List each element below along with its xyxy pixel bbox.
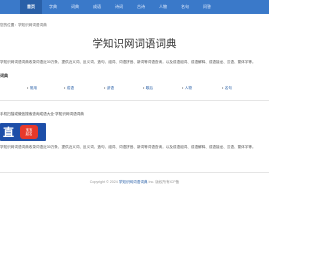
logo-zhi-character: 直	[3, 127, 14, 139]
bullet-icon: •	[104, 86, 106, 90]
app-promo-text: 手机扫描或微信搜索查询成语大全·学知识网词语词典	[0, 112, 84, 116]
category-label: 成语	[66, 86, 74, 90]
intro-text: 学知识网词语词典收录词语近30万条，提供近义词、反义词、造句、组词、词语拼音、新…	[0, 60, 256, 64]
page-title: 学知识网词语词典	[92, 38, 177, 50]
nav-item-mingju[interactable]: 名句	[174, 0, 196, 14]
nav-item-chengyu[interactable]: 成语	[86, 0, 108, 14]
category-item[interactable]: • 成语	[64, 86, 74, 91]
nav-item-gushi[interactable]: 古诗	[130, 0, 152, 14]
footer-rights: Inc. 版权所有ICP备	[147, 180, 180, 184]
nav-item-cidian[interactable]: 词典	[64, 0, 86, 14]
nav-item-zidian[interactable]: 字典	[42, 0, 64, 14]
divider	[0, 100, 269, 101]
divider	[0, 172, 269, 173]
footer-site-link[interactable]: 学知识网词语词典	[119, 180, 148, 184]
category-list: • 常用 • 成语 • 谚语 • 歇后 • 人物 • 名句	[0, 86, 269, 96]
bullet-icon: •	[27, 86, 29, 90]
breadcrumb: 您的位置：学知识网词语词典	[0, 23, 47, 27]
category-item[interactable]: • 谚语	[104, 86, 114, 91]
app-description: 学知识网词语词典收录词语近30万条，提供近义词、反义词、造句、组词、词语拼音、新…	[0, 145, 256, 149]
category-item[interactable]: • 人物	[182, 86, 192, 91]
bullet-icon: •	[222, 86, 224, 90]
section-heading: 词典	[0, 73, 8, 78]
nav-item-wenda[interactable]: 问答	[196, 0, 218, 14]
top-nav: 首页 字典 词典 成语 诗词 古诗 人物 名句 问答	[0, 0, 269, 14]
category-item[interactable]: • 名句	[222, 86, 232, 91]
footer: Copyright © 2024 学知识网词语词典 Inc. 版权所有ICP备	[0, 180, 269, 185]
category-label: 常用	[29, 86, 37, 90]
category-item[interactable]: • 歇后	[143, 86, 153, 91]
baby-naming-badge: 宝宝 起名	[20, 125, 38, 139]
app-logo[interactable]: 直 宝宝 起名	[0, 123, 46, 141]
category-label: 谚语	[106, 86, 114, 90]
badge-line-2: 起名	[25, 132, 33, 136]
footer-copyright: Copyright © 2024	[89, 180, 119, 184]
bullet-icon: •	[182, 86, 184, 90]
category-item[interactable]: • 常用	[27, 86, 37, 91]
bullet-icon: •	[64, 86, 66, 90]
nav-item-shici[interactable]: 诗词	[108, 0, 130, 14]
category-label: 歇后	[145, 86, 153, 90]
bullet-icon: •	[143, 86, 145, 90]
nav-item-home[interactable]: 首页	[20, 0, 42, 14]
nav-item-renwu[interactable]: 人物	[152, 0, 174, 14]
category-label: 人物	[184, 86, 192, 90]
category-label: 名句	[224, 86, 232, 90]
